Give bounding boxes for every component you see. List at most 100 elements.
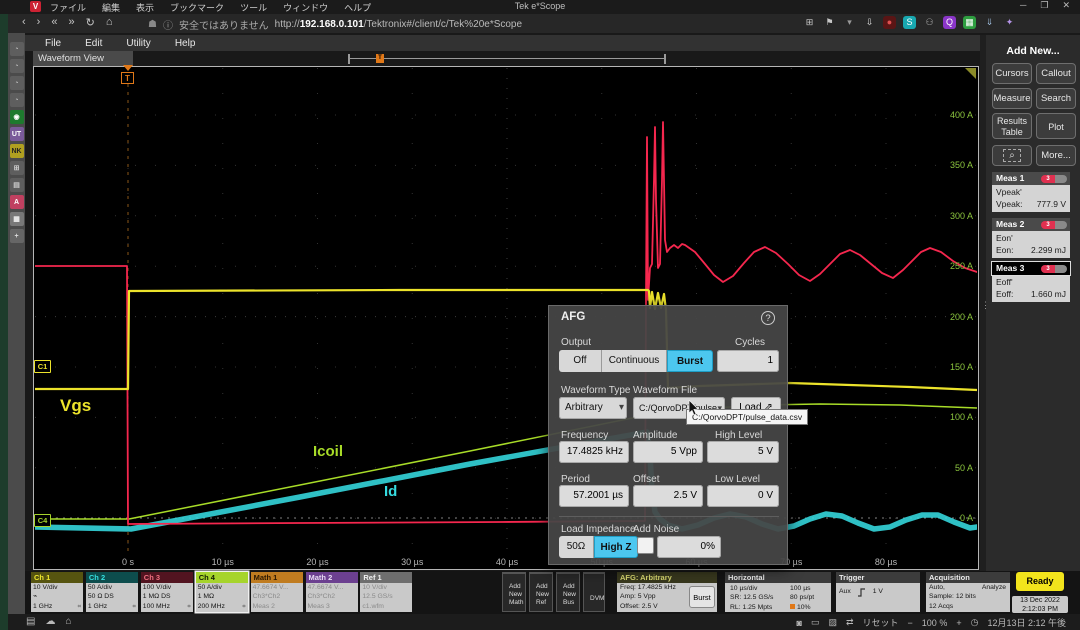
forward-icon[interactable]: › [37, 16, 41, 29]
zoom-level[interactable]: 100 % [922, 618, 948, 628]
high-level-field[interactable]: 5 V [707, 441, 779, 463]
zoom-reset-button[interactable]: リセット [863, 616, 899, 629]
fastforward-icon[interactable]: » [68, 16, 74, 29]
panel-grip-icon[interactable]: ⋮ [981, 303, 990, 307]
tek-panel-icon[interactable]: ◉ [10, 110, 24, 124]
add-noise-checkbox[interactable] [637, 537, 654, 554]
reload-icon[interactable]: ↻ [86, 16, 95, 29]
panel-toggle-icon[interactable]: ▤ [26, 616, 35, 627]
afg-burst-button[interactable]: Burst [689, 586, 715, 608]
info-icon[interactable]: ⓘ [163, 17, 173, 32]
acquisition-badge[interactable]: Acquisition Auto,Analyze Sample: 12 bits… [926, 572, 1010, 612]
channel-badge-math1[interactable]: Math 147.6674 V...Ch3*Ch2Meas 2 [251, 572, 303, 612]
ext-grid-icon[interactable]: ▦ [963, 16, 976, 29]
ut-panel-icon[interactable]: UT [10, 127, 24, 141]
waveform-view-tab[interactable]: Waveform View [33, 51, 133, 66]
impedance-50ohm-button[interactable]: 50Ω [559, 536, 594, 558]
back-icon[interactable]: ‹ [22, 16, 26, 29]
channel-badge-ch4[interactable]: Ch 450 A/div1 MΩ200 MHz⌗ [196, 572, 248, 612]
add-panel-icon[interactable]: + [10, 229, 24, 243]
ext-red-icon[interactable]: ● [883, 16, 896, 29]
afg-badge[interactable]: AFG: Arbitrary Freq: 17.4825 kHz Amp: 5 … [617, 572, 717, 612]
meas1-badge[interactable]: Meas 13 Vpeak' Vpeak:777.9 V [992, 172, 1070, 212]
app-menu-help[interactable]: Help [175, 38, 196, 49]
trigger-marker-icon[interactable] [123, 65, 133, 71]
zoom-out-button[interactable]: − [908, 618, 913, 628]
frequency-field[interactable]: 17.4825 kHz [559, 441, 629, 463]
ext-q-icon[interactable]: Q [943, 16, 956, 29]
grid-panel-icon[interactable]: ⊞ [10, 161, 24, 175]
zoom-box-button[interactable]: ⌕ [992, 145, 1032, 166]
channel-badge-ch2[interactable]: Ch 250 A/div50 Ω DS1 GHz⌗ [86, 572, 138, 612]
web-panel-1-icon[interactable]: ◔ [10, 42, 24, 56]
cycles-field[interactable]: 1 [717, 350, 779, 372]
meas3-badge[interactable]: Meas 33 Eoff' Eoff:1.660 mJ [992, 262, 1070, 302]
overview-trigger-icon[interactable]: T [376, 54, 384, 63]
trigger-badge[interactable]: Trigger Aux 1 V [836, 572, 920, 612]
channel-badge-ch1[interactable]: Ch 110 V/div⌁1 GHz⌗ [31, 572, 83, 612]
meas-count-pill[interactable]: 3 [1041, 265, 1067, 273]
minimize-button[interactable]: ─ [1020, 0, 1026, 11]
web-panel-2-icon[interactable]: ◔ [10, 59, 24, 73]
home-status-icon[interactable]: ⌂ [65, 616, 71, 627]
horizontal-badge[interactable]: Horizontal 10 µs/div SR: 12.5 GS/s RL: 1… [725, 572, 831, 612]
tiling-icon[interactable]: ⇄ [846, 617, 854, 628]
channel-badge-ch3[interactable]: Ch 3100 V/div1 MΩ DS100 MHz⌗ [141, 572, 193, 612]
channel1-marker[interactable]: C1 [34, 360, 51, 373]
cloud-icon[interactable]: ☁ [45, 616, 55, 627]
a-panel-icon[interactable]: A [10, 195, 24, 209]
address-bar[interactable]: ☗ ⓘ 安全ではありません http://192.168.0.101/Tektr… [148, 17, 522, 32]
app-menu-utility[interactable]: Utility [126, 38, 150, 49]
rows-panel-icon[interactable]: ▤ [10, 178, 24, 192]
app-menu-file[interactable]: File [45, 38, 61, 49]
meas-count-pill[interactable]: 3 [1041, 221, 1067, 229]
afg-dialog[interactable]: AFG ? Output Cycles Off Continuous Burst… [548, 305, 788, 565]
callout-button[interactable]: Callout [1036, 63, 1076, 84]
channel-badge-ref1[interactable]: Ref 110 V/div12.5 GS/sc1.wfm [360, 572, 412, 612]
low-level-field[interactable]: 0 V [707, 485, 779, 507]
dvm-button[interactable]: DVM [583, 572, 605, 612]
cursors-button[interactable]: Cursors [992, 63, 1032, 84]
offset-field[interactable]: 2.5 V [633, 485, 703, 507]
more-button[interactable]: More... [1036, 145, 1076, 166]
meas2-badge[interactable]: Meas 23 Eon' Eon:2.299 mJ [992, 218, 1070, 258]
home-icon[interactable]: ⌂ [106, 16, 113, 29]
add-new-bus-button[interactable]: AddNewBus [556, 572, 580, 612]
close-button[interactable]: ✕ [1062, 0, 1070, 11]
dots-panel-icon[interactable]: ▦ [10, 212, 24, 226]
channel-badge-math2[interactable]: Math 247.6674 V...Ch3*Ch2Meas 3 [306, 572, 358, 612]
plot-button[interactable]: Plot [1036, 113, 1076, 139]
period-field[interactable]: 57.2001 µs [559, 485, 629, 507]
search-button[interactable]: Search [1036, 88, 1076, 109]
zoom-in-button[interactable]: + [956, 618, 961, 628]
add-new-ref-button[interactable]: AddNewRef [529, 572, 553, 612]
output-continuous-button[interactable]: Continuous [602, 350, 667, 372]
ext-puzzle-icon[interactable]: ✦ [1003, 16, 1016, 29]
add-new-math-button[interactable]: AddNewMath [502, 572, 526, 612]
waveform-graticule[interactable] [33, 66, 979, 570]
channel4-marker[interactable]: C4 [34, 514, 51, 527]
meas-count-pill[interactable]: 3 [1041, 175, 1067, 183]
amplitude-field[interactable]: 5 Vpp [633, 441, 703, 463]
noise-percent-field[interactable]: 0% [657, 536, 721, 558]
rewind-icon[interactable]: « [51, 16, 57, 29]
bookmark-icon[interactable]: ⚑ [823, 16, 836, 29]
output-off-button[interactable]: Off [559, 350, 602, 372]
help-icon[interactable]: ? [761, 311, 775, 325]
tiles-icon[interactable]: ⊞ [803, 16, 816, 29]
output-burst-button[interactable]: Burst [667, 350, 713, 372]
maximize-button[interactable]: ❐ [1040, 0, 1048, 11]
nk-panel-icon[interactable]: NK [10, 144, 24, 158]
ext-down-icon[interactable]: ⇓ [983, 16, 996, 29]
results-table-button[interactable]: Results Table [992, 113, 1032, 139]
trigger-flag[interactable]: T [121, 72, 134, 84]
ext-ghost-icon[interactable]: ⚇ [923, 16, 936, 29]
web-panel-4-icon[interactable]: ◔ [10, 93, 24, 107]
measure-button[interactable]: Measure [992, 88, 1032, 109]
graticule-corner-handle[interactable] [965, 68, 976, 79]
waveform-type-dropdown[interactable]: Arbitrary▾ [559, 397, 627, 419]
app-menu-edit[interactable]: Edit [85, 38, 102, 49]
web-panel-3-icon[interactable]: ◔ [10, 76, 24, 90]
frame-icon[interactable]: ▭ [811, 617, 820, 628]
capture-icon[interactable]: ◙ [797, 618, 802, 628]
